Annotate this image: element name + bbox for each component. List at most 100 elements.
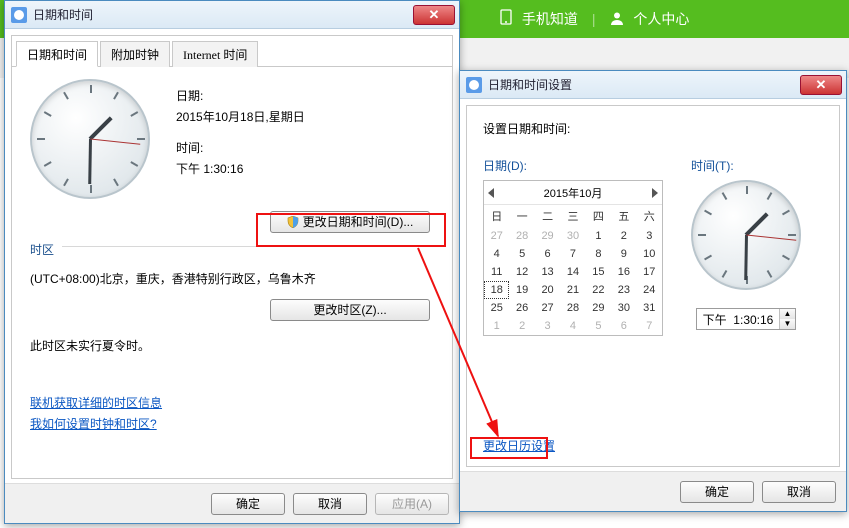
clock-icon: [466, 77, 482, 93]
close-button[interactable]: ✕: [800, 75, 842, 95]
calendar-day[interactable]: 27: [535, 299, 560, 317]
tab-additional-clocks[interactable]: 附加时钟: [100, 41, 170, 67]
change-datetime-button[interactable]: 更改日期和时间(D)...: [270, 211, 430, 233]
mobile-link[interactable]: 手机知道: [500, 9, 578, 29]
calendar-day[interactable]: 19: [509, 281, 534, 299]
next-month-button[interactable]: [652, 188, 658, 198]
calendar-day[interactable]: 30: [560, 227, 585, 245]
calendar-day[interactable]: 29: [586, 299, 611, 317]
shield-icon: [287, 216, 299, 228]
tabs: 日期和时间 附加时钟 Internet 时间: [12, 36, 452, 67]
cancel-button[interactable]: 取消: [293, 493, 367, 515]
calendar-day[interactable]: 18: [484, 281, 509, 299]
calendar-day[interactable]: 5: [509, 245, 534, 263]
calendar-day[interactable]: 21: [560, 281, 585, 299]
calendar-day[interactable]: 2: [509, 317, 534, 335]
calendar-day[interactable]: 20: [535, 281, 560, 299]
phone-icon: [500, 9, 512, 25]
calendar-day[interactable]: 3: [535, 317, 560, 335]
timezone-heading: 时区: [30, 241, 54, 258]
set-date-time-label: 设置日期和时间:: [483, 120, 823, 137]
close-button[interactable]: ✕: [413, 5, 455, 25]
calendar-day[interactable]: 6: [611, 317, 636, 335]
calendar-day[interactable]: 14: [560, 263, 585, 281]
mobile-label: 手机知道: [522, 11, 578, 27]
calendar-day[interactable]: 12: [509, 263, 534, 281]
calendar-day[interactable]: 30: [611, 299, 636, 317]
calendar-day[interactable]: 13: [535, 263, 560, 281]
calendar-day[interactable]: 7: [560, 245, 585, 263]
calendar-day[interactable]: 1: [586, 227, 611, 245]
calendar-day[interactable]: 17: [637, 263, 662, 281]
calendar-day[interactable]: 31: [637, 299, 662, 317]
titlebar[interactable]: 日期和时间 ✕: [5, 1, 459, 29]
calendar-day[interactable]: 4: [560, 317, 585, 335]
calendar-day[interactable]: 25: [484, 299, 509, 317]
time-label: 时间:: [176, 139, 305, 156]
calendar-dow: 一: [509, 205, 534, 227]
calendar-day[interactable]: 24: [637, 281, 662, 299]
tab-internet-time[interactable]: Internet 时间: [172, 41, 258, 67]
calendar-day[interactable]: 9: [611, 245, 636, 263]
calendar-day[interactable]: 4: [484, 245, 509, 263]
calendar-day[interactable]: 29: [535, 227, 560, 245]
apply-button: 应用(A): [375, 493, 449, 515]
ok-button[interactable]: 确定: [211, 493, 285, 515]
personal-label: 个人中心: [633, 11, 689, 27]
date-value: 2015年10月18日,星期日: [176, 108, 305, 125]
calendar-dow: 五: [611, 205, 636, 227]
cancel-button[interactable]: 取消: [762, 481, 836, 503]
clock-icon: [11, 7, 27, 23]
analog-clock: [30, 79, 150, 199]
footer: 确定 取消: [460, 471, 846, 511]
window-title: 日期和时间: [33, 6, 93, 23]
calendar-day[interactable]: 6: [535, 245, 560, 263]
calendar-day[interactable]: 8: [586, 245, 611, 263]
titlebar[interactable]: 日期和时间设置 ✕: [460, 71, 846, 99]
calendar-day[interactable]: 7: [637, 317, 662, 335]
ok-button[interactable]: 确定: [680, 481, 754, 503]
prev-month-button[interactable]: [488, 188, 494, 198]
calendar-day[interactable]: 27: [484, 227, 509, 245]
calendar-day[interactable]: 2: [611, 227, 636, 245]
calendar-day[interactable]: 22: [586, 281, 611, 299]
calendar[interactable]: 2015年10月 日一二三四五六272829301234567891011121…: [483, 180, 663, 336]
tab-content: 日期: 2015年10月18日,星期日 时间: 下午 1:30:16 更改日期和…: [12, 67, 452, 444]
calendar-day[interactable]: 10: [637, 245, 662, 263]
change-calendar-link[interactable]: 更改日历设置: [483, 439, 555, 453]
calendar-day[interactable]: 15: [586, 263, 611, 281]
time-input[interactable]: [697, 309, 779, 329]
link-how-to-set[interactable]: 我如何设置时钟和时区?: [30, 417, 157, 431]
dst-note: 此时区未实行夏令时。: [30, 337, 434, 354]
tab-datetime[interactable]: 日期和时间: [16, 41, 98, 67]
window-title: 日期和时间设置: [488, 76, 572, 93]
calendar-day[interactable]: 28: [509, 227, 534, 245]
spin-up-button[interactable]: ▲: [780, 309, 795, 319]
calendar-day[interactable]: 1: [484, 317, 509, 335]
window-body: 日期和时间 附加时钟 Internet 时间 日期: 2015年10月18日,星…: [11, 35, 453, 479]
calendar-day[interactable]: 28: [560, 299, 585, 317]
calendar-dow: 日: [484, 205, 509, 227]
calendar-day[interactable]: 16: [611, 263, 636, 281]
time-value: 下午 1:30:16: [176, 160, 305, 177]
date-heading: 日期(D):: [483, 157, 663, 174]
calendar-day[interactable]: 3: [637, 227, 662, 245]
time-heading: 时间(T):: [691, 157, 801, 174]
personal-link[interactable]: 个人中心: [610, 9, 690, 29]
calendar-dow: 二: [535, 205, 560, 227]
calendar-day[interactable]: 23: [611, 281, 636, 299]
window-date-and-time: 日期和时间 ✕ 日期和时间 附加时钟 Internet 时间 日期: 2015年…: [4, 0, 460, 524]
link-online-tz-info[interactable]: 联机获取详细的时区信息: [30, 396, 162, 410]
calendar-day[interactable]: 26: [509, 299, 534, 317]
calendar-day[interactable]: 11: [484, 263, 509, 281]
change-timezone-button[interactable]: 更改时区(Z)...: [270, 299, 430, 321]
calendar-dow: 三: [560, 205, 585, 227]
spin-down-button[interactable]: ▼: [780, 319, 795, 329]
time-spinner[interactable]: ▲ ▼: [696, 308, 796, 330]
calendar-dow: 六: [637, 205, 662, 227]
window-body: 设置日期和时间: 日期(D): 2015年10月 日一二三四五六27282930…: [466, 105, 840, 467]
calendar-day[interactable]: 5: [586, 317, 611, 335]
analog-clock: [691, 180, 801, 290]
calendar-dow: 四: [586, 205, 611, 227]
footer: 确定 取消 应用(A): [5, 483, 459, 523]
